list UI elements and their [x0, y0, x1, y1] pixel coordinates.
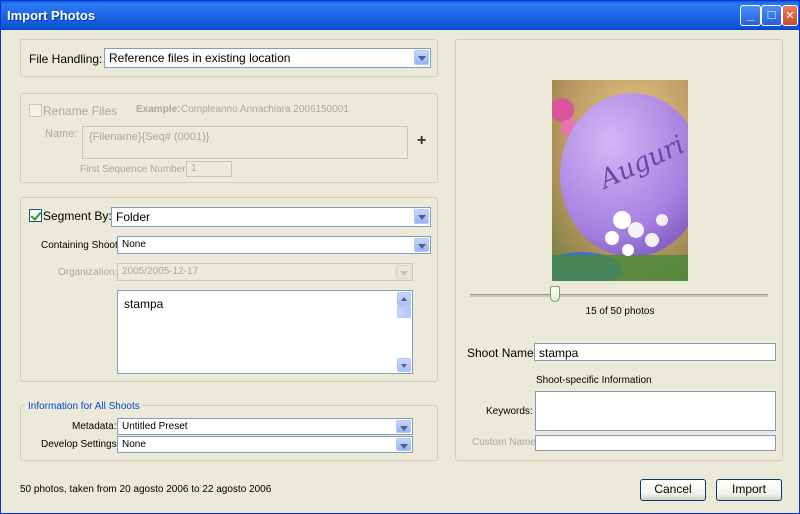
chevron-down-icon[interactable]: [414, 238, 429, 252]
file-handling-panel: File Handling: Reference files in existi…: [20, 39, 438, 77]
develop-settings-select[interactable]: None: [117, 436, 413, 453]
first-sequence-value: 1: [191, 163, 197, 174]
containing-shoot-value: None: [122, 239, 146, 250]
segment-panel: Segment By: Folder Containing Shoot: Non…: [20, 197, 438, 382]
organization-value: 2005/2005-12-17: [122, 266, 199, 277]
chevron-down-icon[interactable]: [396, 420, 411, 433]
chevron-down-icon[interactable]: [396, 438, 411, 451]
list-item[interactable]: stampa: [124, 297, 163, 311]
name-template-field[interactable]: {Filename}{Seq# (0001)}: [82, 126, 408, 159]
shoot-name-label: Shoot Name:: [467, 346, 538, 360]
add-token-icon[interactable]: +: [417, 132, 426, 150]
shoot-list[interactable]: stampa: [117, 290, 413, 374]
info-all-shoots-header: Information for All Shoots: [25, 401, 143, 412]
organization-select[interactable]: 2005/2005-12-17: [117, 263, 413, 281]
rename-panel: Rename Files Example: Compleanno Annachi…: [20, 93, 438, 183]
chevron-down-icon: [396, 265, 411, 279]
photo-slider-track[interactable]: [470, 294, 768, 297]
containing-shoot-select[interactable]: None: [117, 236, 431, 254]
metadata-select[interactable]: Untitled Preset: [117, 418, 413, 435]
scrollbar-thumb[interactable]: [397, 306, 411, 318]
rename-files-label: Rename Files: [43, 104, 118, 118]
develop-settings-label: Develop Settings:: [41, 439, 120, 450]
shoot-specific-header: Shoot-specific Information: [536, 375, 652, 386]
custom-name-label: Custom Name:: [472, 437, 539, 448]
containing-shoot-label: Containing Shoot:: [41, 240, 121, 251]
photo-count: 15 of 50 photos: [585, 306, 655, 317]
shoot-name-field[interactable]: stampa: [534, 343, 776, 361]
organization-label: Organization:: [58, 267, 118, 278]
close-icon: ✕: [785, 10, 795, 22]
chevron-down-icon[interactable]: [414, 209, 429, 224]
scroll-down-button[interactable]: [397, 358, 411, 372]
file-handling-select[interactable]: Reference files in existing location: [104, 48, 431, 68]
first-sequence-label: First Sequence Number:: [80, 164, 189, 175]
keywords-label: Keywords:: [486, 406, 533, 417]
segment-by-checkbox[interactable]: [29, 209, 42, 222]
shoot-name-value: stampa: [539, 346, 579, 360]
metadata-value: Untitled Preset: [122, 421, 188, 432]
develop-settings-value: None: [122, 439, 146, 450]
first-sequence-field[interactable]: 1: [186, 161, 232, 177]
name-label: Name:: [45, 128, 78, 140]
photo-slider-thumb[interactable]: [550, 286, 561, 302]
segment-by-value: Folder: [116, 210, 151, 224]
file-handling-label: File Handling:: [29, 52, 103, 66]
scroll-up-button[interactable]: [397, 292, 411, 306]
import-button[interactable]: Import: [716, 479, 782, 501]
example-value: Compleanno Annachiara 2006150001: [181, 104, 349, 115]
minimize-icon: _: [746, 7, 755, 22]
maximize-icon: □: [767, 7, 776, 22]
title-bar[interactable]: Import Photos _ □ ✕: [1, 1, 799, 30]
import-photos-dialog: Import Photos _ □ ✕ File Handling: Refer…: [0, 0, 800, 514]
keywords-field[interactable]: [535, 391, 776, 431]
info-all-shoots-panel: Information for All Shoots Metadata: Unt…: [20, 401, 438, 461]
metadata-label: Metadata:: [72, 421, 117, 432]
photo-preview[interactable]: Auguri: [552, 80, 688, 281]
custom-name-field[interactable]: [535, 435, 776, 451]
minimize-button[interactable]: _: [740, 5, 761, 26]
close-button[interactable]: ✕: [782, 5, 798, 26]
cancel-button[interactable]: Cancel: [640, 479, 706, 501]
chevron-down-icon[interactable]: [414, 50, 429, 65]
name-template-value: {Filename}{Seq# (0001)}: [89, 131, 210, 143]
example-label: Example:: [136, 104, 181, 115]
rename-files-checkbox[interactable]: [29, 104, 42, 117]
preview-panel: Auguri 15 of 50 photos Shoot Name: stamp…: [455, 39, 783, 461]
window-title: Import Photos: [7, 8, 96, 23]
maximize-button[interactable]: □: [761, 5, 782, 26]
import-summary: 50 photos, taken from 20 agosto 2006 to …: [20, 484, 272, 495]
segment-by-select[interactable]: Folder: [111, 207, 431, 227]
segment-by-label: Segment By:: [43, 209, 112, 223]
file-handling-value: Reference files in existing location: [109, 51, 291, 65]
